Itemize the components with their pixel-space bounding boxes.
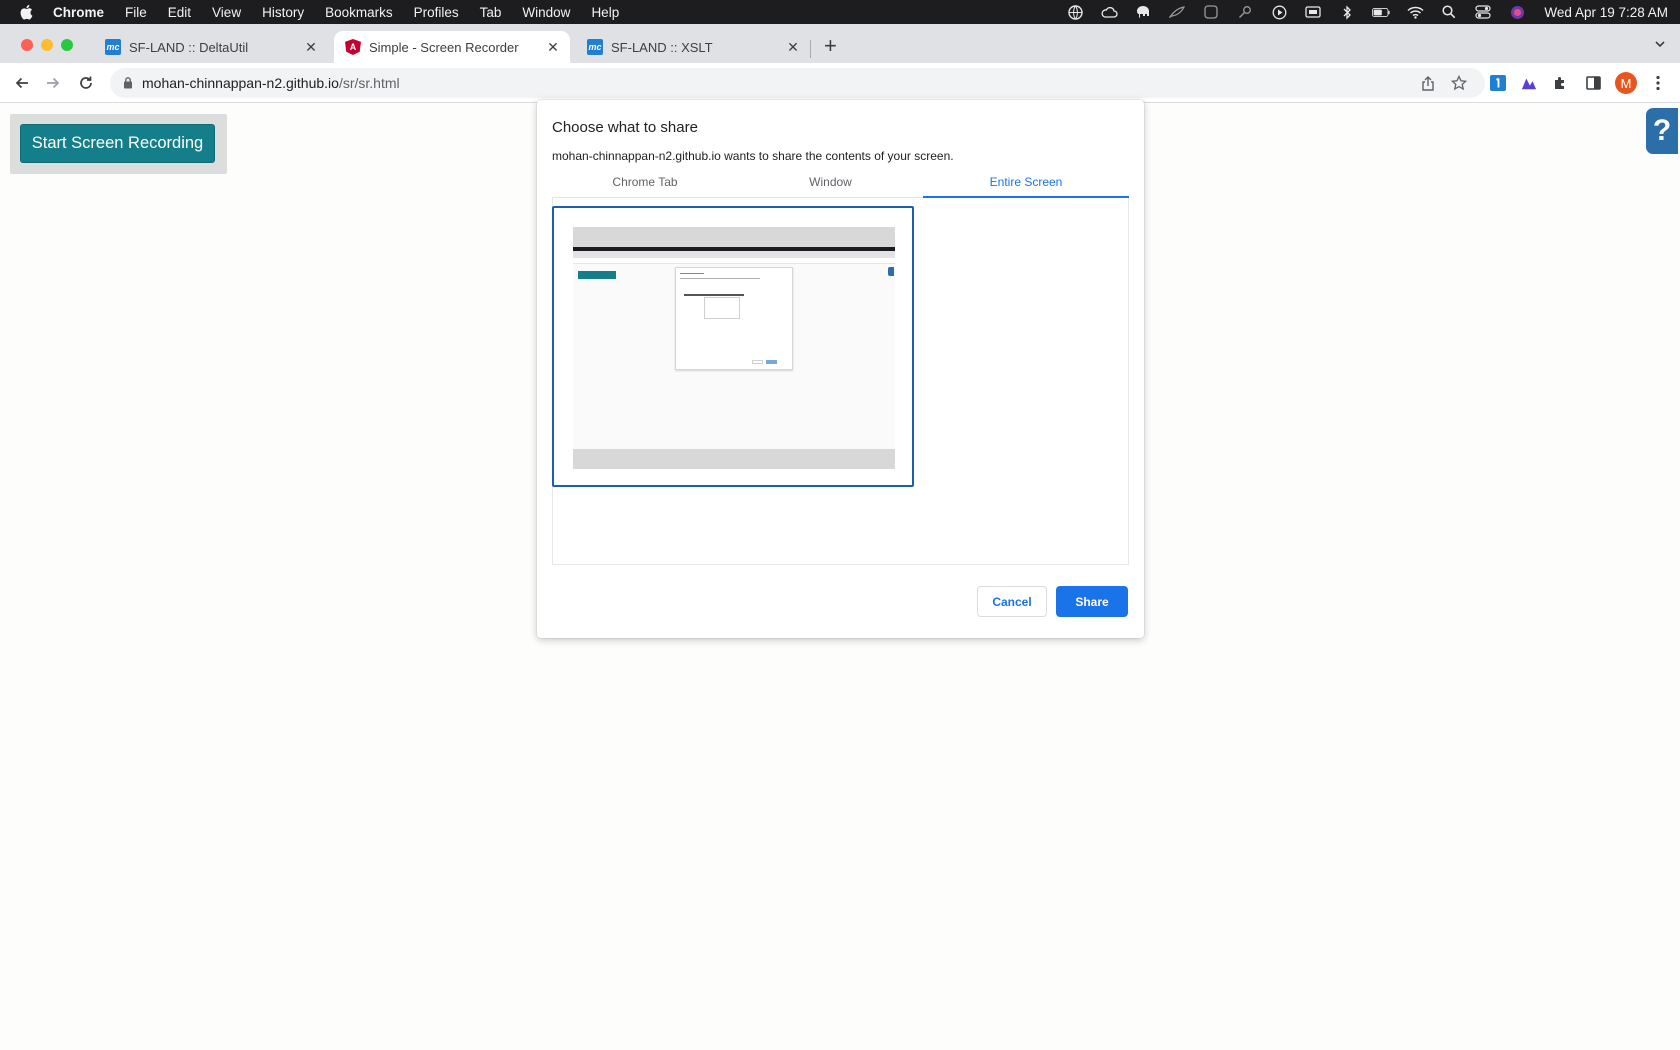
tab-sf-land-xslt[interactable]: mc SF-LAND :: XSLT ✕: [576, 31, 810, 63]
new-tab-button[interactable]: +: [824, 35, 837, 57]
preview-dialog-share: [766, 360, 777, 364]
browser-tab-strip: mc SF-LAND :: DeltaUtil ✕ A Simple - Scr…: [0, 24, 1680, 63]
record-button-container: Start Screen Recording: [10, 114, 227, 174]
elephant-icon[interactable]: [1134, 4, 1152, 20]
menu-profiles[interactable]: Profiles: [414, 5, 459, 20]
tab-title: SF-LAND :: XSLT: [611, 39, 713, 55]
url-path: /sr/sr.html: [338, 75, 400, 91]
siri-icon[interactable]: [1508, 4, 1526, 20]
key-icon[interactable]: [1236, 4, 1254, 20]
url-host: mohan-chinnappan-n2.github.io: [142, 75, 339, 91]
extension-1-icon[interactable]: [1490, 75, 1506, 91]
bluetooth-icon[interactable]: [1338, 4, 1356, 20]
preview-dialog: [675, 267, 793, 370]
tab-chrome-tab[interactable]: Chrome Tab: [552, 175, 738, 197]
profile-avatar[interactable]: M: [1615, 72, 1637, 94]
preview-top-band: [573, 227, 895, 247]
menu-app-name[interactable]: Chrome: [53, 5, 104, 20]
menu-tab[interactable]: Tab: [480, 5, 502, 20]
bookmark-star-icon[interactable]: [1451, 75, 1467, 91]
preview-dialog-thumb: [704, 297, 740, 319]
screen-mirror-icon[interactable]: [1304, 4, 1322, 20]
reload-icon[interactable]: [76, 73, 96, 93]
menu-view[interactable]: View: [212, 5, 241, 20]
play-circle-icon[interactable]: [1270, 4, 1288, 20]
start-screen-recording-button[interactable]: Start Screen Recording: [20, 124, 215, 163]
help-question-icon[interactable]: ?: [1646, 108, 1678, 154]
spotlight-search-icon[interactable]: [1440, 4, 1458, 20]
entire-screen-thumbnail[interactable]: [552, 206, 914, 487]
angular-icon: A: [345, 39, 361, 55]
window-close-button[interactable]: [21, 39, 33, 51]
forward-arrow-icon[interactable]: [43, 73, 63, 93]
wifi-icon[interactable]: [1406, 4, 1424, 20]
preview-record-button: [578, 271, 616, 279]
menu-help[interactable]: Help: [591, 5, 619, 20]
mc-icon: mc: [587, 39, 603, 55]
globe-icon[interactable]: [1066, 4, 1084, 20]
status-area: Wed Apr 19 7:28 AM: [1050, 0, 1668, 24]
close-tab-icon[interactable]: ✕: [786, 40, 800, 54]
close-tab-icon[interactable]: ✕: [546, 40, 560, 54]
browser-toolbar: mohan-chinnappan-n2.github.io/sr/sr.html…: [0, 63, 1680, 103]
menu-edit[interactable]: Edit: [168, 5, 191, 20]
window-zoom-button[interactable]: [61, 39, 73, 51]
preview-dialog-cancel: [752, 360, 763, 364]
share-screen-dialog: Choose what to share mohan-chinnappan-n2…: [537, 100, 1144, 638]
tab-sf-land-deltautil[interactable]: mc SF-LAND :: DeltaUtil ✕: [94, 31, 328, 63]
preview-bottom-band: [573, 449, 895, 469]
preview-toolbar: [573, 258, 895, 264]
menu-bar-clock[interactable]: Wed Apr 19 7:28 AM: [1544, 5, 1668, 20]
dialog-title: Choose what to share: [552, 119, 698, 136]
screen-preview-image: [573, 227, 895, 469]
control-center-icon[interactable]: [1474, 4, 1492, 20]
address-bar[interactable]: mohan-chinnappan-n2.github.io/sr/sr.html: [110, 68, 1485, 98]
menu-bookmarks[interactable]: Bookmarks: [325, 5, 393, 20]
share-page-icon[interactable]: [1420, 75, 1436, 91]
mc-icon: mc: [105, 39, 121, 55]
menu-window[interactable]: Window: [522, 5, 570, 20]
cloud-sync-icon[interactable]: [1100, 4, 1118, 20]
dialog-subtitle: mohan-chinnappan-n2.github.io wants to s…: [552, 149, 954, 163]
preview-dialog-title-line: [680, 273, 704, 274]
extension-mountain-icon[interactable]: [1521, 75, 1537, 91]
tab-title: SF-LAND :: DeltaUtil: [129, 39, 249, 55]
chrome-menu-icon[interactable]: [1650, 75, 1666, 91]
lock-icon[interactable]: [123, 76, 133, 89]
menu-file[interactable]: File: [125, 5, 147, 20]
square-app-icon[interactable]: [1202, 4, 1220, 20]
macos-menu-bar: Chrome File Edit View History Bookmarks …: [0, 0, 1680, 24]
tab-simple-screen-recorder[interactable]: A Simple - Screen Recorder ✕: [334, 31, 570, 63]
battery-icon[interactable]: [1372, 4, 1391, 20]
window-minimize-button[interactable]: [41, 39, 53, 51]
share-button[interactable]: Share: [1056, 586, 1128, 617]
tab-search-chevron-icon[interactable]: [1654, 38, 1666, 50]
apple-logo-icon[interactable]: [19, 4, 33, 20]
tab-window[interactable]: Window: [738, 175, 923, 197]
preview-dialog-tab-line: [684, 294, 744, 296]
preview-help-badge: [888, 267, 894, 276]
preview-dialog-subtitle-line: [680, 278, 760, 279]
cancel-button[interactable]: Cancel: [977, 586, 1047, 617]
tab-title: Simple - Screen Recorder: [369, 39, 519, 55]
extensions-puzzle-icon[interactable]: [1552, 75, 1568, 91]
url-text: mohan-chinnappan-n2.github.io/sr/sr.html: [142, 75, 400, 91]
back-arrow-icon[interactable]: [12, 73, 32, 93]
tab-separator: [810, 40, 811, 58]
menu-history[interactable]: History: [262, 5, 304, 20]
close-tab-icon[interactable]: ✕: [304, 40, 318, 54]
side-panel-icon[interactable]: [1585, 75, 1601, 91]
feather-icon[interactable]: [1168, 4, 1186, 20]
tab-entire-screen[interactable]: Entire Screen: [923, 175, 1129, 197]
preview-tab-strip: [573, 251, 895, 258]
